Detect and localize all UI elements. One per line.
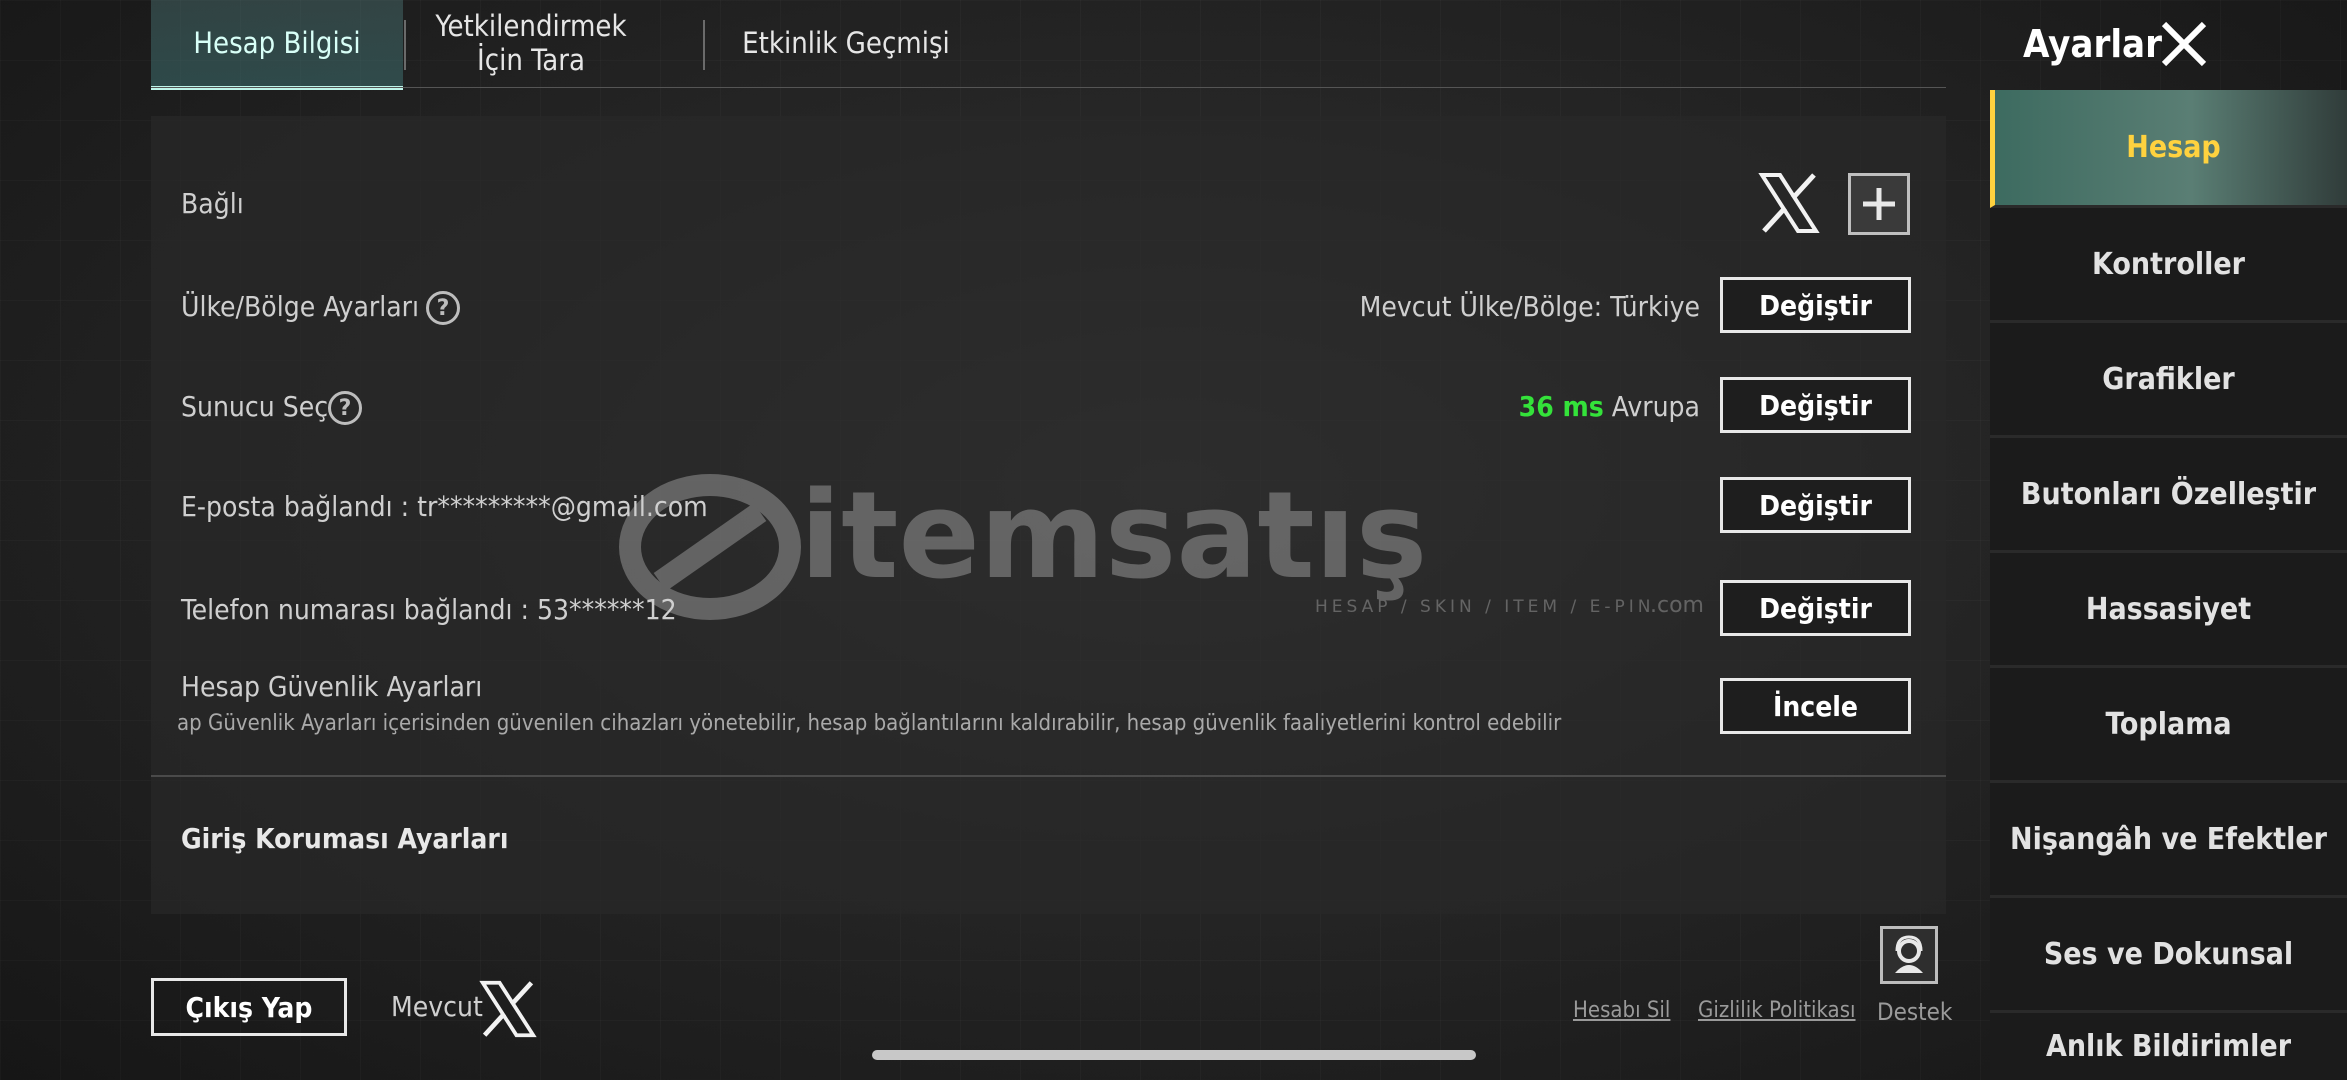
security-settings-label: Hesap Güvenlik Ayarları (181, 670, 483, 703)
sidebar-item-label: Butonları Özelleştir (2020, 476, 2317, 512)
logout-button[interactable]: Çıkış Yap (151, 978, 347, 1036)
tab-divider (404, 20, 406, 70)
change-country-button[interactable]: Değiştir (1720, 277, 1911, 333)
page-title: Ayarlar (2023, 22, 2162, 66)
sidebar-item-label: Hesap (2126, 130, 2221, 165)
sidebar-item-label: Ses ve Dokunsal (2043, 936, 2294, 972)
phone-linked-label: Telefon numarası bağlandı : 53******12 (181, 593, 677, 626)
sidebar-item-graphics[interactable]: Grafikler (1990, 323, 2347, 438)
server-region: Avrupa (1611, 390, 1700, 423)
close-icon[interactable] (2158, 18, 2210, 70)
sidebar-item-pickup[interactable]: Toplama (1990, 668, 2347, 783)
account-settings-panel: Bağlı Ülke/Bölge Ayarları ? Mevcut Ülke/… (151, 116, 1946, 914)
sidebar-item-notifications[interactable]: Anlık Bildirimler (1990, 1013, 2347, 1080)
section-divider (151, 775, 1946, 777)
x-logo-icon[interactable] (1758, 172, 1820, 234)
review-security-button[interactable]: İncele (1720, 678, 1911, 734)
x-logo-icon (479, 980, 537, 1038)
tab-label: Yetkilendirmek İçin Tara (435, 9, 627, 77)
login-protection-heading: Giriş Koruması Ayarları (181, 822, 509, 855)
privacy-policy-link[interactable]: Gizlilik Politikası (1698, 998, 1856, 1023)
ping-value: 36 ms (1518, 390, 1604, 423)
top-tabs: Hesap Bilgisi Yetkilendirmek İçin Tara E… (151, 0, 1946, 90)
sidebar-item-account[interactable]: Hesap (1990, 90, 2347, 208)
tab-activity-history[interactable]: Etkinlik Geçmişi (721, 0, 971, 86)
headset-icon (1895, 935, 1923, 973)
help-icon[interactable]: ? (328, 391, 362, 425)
delete-account-link[interactable]: Hesabı Sil (1573, 998, 1670, 1023)
email-linked-label: E-posta bağlandı : tr*********@gmail.com (181, 490, 708, 523)
sidebar-item-label: Nişangâh ve Efektler (2010, 821, 2327, 857)
server-info: 36 ms Avrupa (1519, 390, 1700, 423)
sidebar-item-customize-buttons[interactable]: Butonları Özelleştir (1990, 438, 2347, 553)
server-select-label: Sunucu Seç (181, 390, 329, 423)
support-button[interactable] (1880, 926, 1938, 984)
change-server-button[interactable]: Değiştir (1720, 377, 1911, 433)
sidebar-item-controls[interactable]: Kontroller (1990, 208, 2347, 323)
security-description: ap Güvenlik Ayarları içerisinden güvenil… (177, 711, 1562, 736)
tab-divider (703, 20, 705, 70)
sidebar-item-sound-haptics[interactable]: Ses ve Dokunsal (1990, 898, 2347, 1013)
change-phone-button[interactable]: Değiştir (1720, 580, 1911, 636)
home-indicator[interactable] (872, 1050, 1476, 1060)
linked-label: Bağlı (181, 187, 244, 220)
sidebar-item-label: Anlık Bildirimler (2045, 1029, 2292, 1064)
sidebar-item-sensitivity[interactable]: Hassasiyet (1990, 553, 2347, 668)
sidebar-item-label: Hassasiyet (2085, 591, 2252, 627)
current-country: Mevcut Ülke/Bölge: Türkiye (1359, 290, 1700, 323)
help-icon[interactable]: ? (426, 291, 460, 325)
tabs-underline (151, 87, 1946, 88)
sidebar-item-label: Kontroller (2091, 246, 2246, 282)
current-login-label: Mevcut (391, 990, 483, 1023)
sidebar-item-label: Toplama (2105, 706, 2232, 742)
sidebar-item-crosshair-effects[interactable]: Nişangâh ve Efektler (1990, 783, 2347, 898)
tab-account-info[interactable]: Hesap Bilgisi (151, 0, 403, 90)
tab-label: Hesap Bilgisi (193, 26, 361, 60)
change-email-button[interactable]: Değiştir (1720, 477, 1911, 533)
country-settings-label: Ülke/Bölge Ayarları (181, 290, 420, 323)
tab-label: Etkinlik Geçmişi (742, 26, 950, 60)
settings-sidebar: Hesap Kontroller Grafikler Butonları Öze… (1990, 90, 2347, 1080)
sidebar-item-label: Grafikler (2102, 361, 2235, 397)
support-label: Destek (1877, 998, 1953, 1026)
add-link-button[interactable] (1848, 173, 1910, 235)
plus-icon (1863, 188, 1895, 220)
tab-scan-authorize[interactable]: Yetkilendirmek İçin Tara (413, 0, 649, 86)
